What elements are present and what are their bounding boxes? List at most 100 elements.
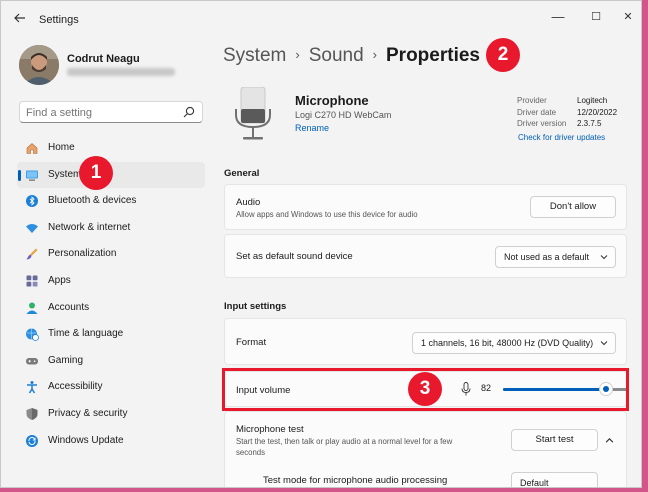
sidebar-item-label: Privacy & security [48, 407, 128, 419]
arrow-left-icon [14, 13, 25, 23]
sidebar-item-home[interactable]: Home [17, 135, 205, 162]
sidebar-item-label: Personalization [48, 248, 117, 260]
sidebar-item-bluetooth[interactable]: Bluetooth & devices [17, 188, 205, 215]
input-settings-heading: Input settings [224, 301, 287, 312]
sidebar-item-label: System [48, 168, 82, 180]
provider-label: Provider [517, 96, 547, 105]
search-input[interactable] [26, 105, 176, 120]
microphone-test-title: Microphone test [236, 424, 304, 435]
app-title: Settings [39, 14, 79, 26]
breadcrumb: System › Sound › Properties [223, 45, 480, 67]
sidebar-item-label: Gaming [48, 354, 84, 366]
start-test-button[interactable]: Start test [511, 429, 598, 451]
driver-version-label: Driver version [517, 119, 567, 128]
chevron-up-icon[interactable] [605, 436, 614, 445]
microphone-test-subtitle: Start the test, then talk or play audio … [236, 437, 453, 457]
sidebar-item-accounts[interactable]: Accounts [17, 295, 205, 322]
dont-allow-button[interactable]: Don't allow [530, 196, 616, 218]
gamepad-icon [26, 357, 38, 365]
device-model: Logi C270 HD WebCam [295, 110, 392, 120]
sidebar-item-accessibility[interactable]: Accessibility [17, 374, 205, 401]
rename-link[interactable]: Rename [295, 123, 329, 133]
driver-version-value: 2.3.7.5 [577, 119, 602, 128]
format-card: Format 1 channels, 16 bit, 48000 Hz (DVD… [224, 318, 627, 365]
sidebar-item-privacy[interactable]: Privacy & security [17, 401, 205, 428]
sidebar-item-gaming[interactable]: Gaming [17, 348, 205, 375]
general-heading: General [224, 168, 260, 179]
sidebar-item-label: Bluetooth & devices [48, 195, 137, 207]
annotation-badge-1: 1 [79, 156, 113, 190]
user-name: Codrut Neagu [67, 53, 140, 65]
driver-labels: Provider Driver date Driver version [517, 95, 566, 130]
user-email-redacted [67, 68, 175, 76]
active-indicator [18, 169, 21, 181]
avatar[interactable] [19, 45, 59, 85]
page-title: Properties [386, 45, 480, 66]
system-icon [26, 170, 38, 181]
sidebar-item-label: Apps [48, 274, 71, 286]
apps-icon [26, 275, 38, 287]
microphone-device-icon [235, 87, 271, 140]
device-name: Microphone [295, 93, 369, 108]
wifi-icon [26, 223, 38, 233]
breadcrumb-sound[interactable]: Sound [309, 45, 364, 66]
sidebar-item-network[interactable]: Network & internet [17, 215, 205, 242]
accounts-icon [26, 302, 38, 314]
title-bar: Settings — ☐ ✕ [1, 1, 641, 35]
chevron-down-icon [600, 341, 608, 346]
default-device-title: Set as default sound device [236, 251, 353, 262]
format-dropdown[interactable]: 1 channels, 16 bit, 48000 Hz (DVD Qualit… [412, 332, 616, 354]
default-device-value: Not used as a default [504, 252, 590, 262]
driver-values: Logitech 12/20/2022 2.3.7.5 [577, 95, 617, 130]
microphone-test-card: Microphone test Start the test, then tal… [224, 411, 627, 488]
sidebar-item-label: Network & internet [48, 221, 131, 233]
maximize-button[interactable]: ☐ [579, 7, 613, 27]
sidebar-item-personalization[interactable]: Personalization [17, 241, 205, 268]
test-mode-value: Default [520, 478, 549, 488]
brush-icon [26, 248, 38, 260]
check-driver-updates-link[interactable]: Check for driver updates [518, 133, 605, 142]
close-button[interactable]: ✕ [611, 7, 641, 27]
chevron-right-icon: › [295, 47, 300, 62]
sidebar-item-label: Time & language [48, 328, 124, 340]
home-icon [26, 143, 38, 154]
bluetooth-icon [26, 195, 38, 208]
format-value: 1 channels, 16 bit, 48000 Hz (DVD Qualit… [421, 338, 594, 348]
annotation-badge-3: 3 [408, 372, 442, 406]
accessibility-icon [27, 381, 37, 394]
main-content: System › Sound › Properties Microphone Logi … [213, 35, 641, 488]
globe-clock-icon [26, 328, 39, 342]
minimize-button[interactable]: — [541, 7, 575, 27]
audio-subtitle: Allow apps and Windows to use this devic… [236, 210, 418, 219]
search-box[interactable] [19, 101, 203, 123]
test-mode-dropdown[interactable]: Default [511, 472, 598, 488]
sidebar-item-apps[interactable]: Apps [17, 268, 205, 295]
sidebar-item-label: Accessibility [48, 381, 103, 393]
sidebar-item-label: Accounts [48, 301, 90, 313]
user-photo-icon [19, 45, 59, 85]
shield-icon [26, 407, 38, 420]
test-mode-title: Test mode for microphone audio processin… [263, 475, 448, 486]
sidebar-item-label: Home [48, 142, 75, 153]
settings-window: Settings — ☐ ✕ Codrut Neagu Home [0, 0, 642, 488]
driver-date-label: Driver date [517, 107, 557, 117]
update-icon [26, 434, 38, 447]
sidebar-item-windows-update[interactable]: Windows Update [17, 428, 205, 455]
sidebar: Codrut Neagu Home System Bluetooth & dev… [1, 35, 213, 487]
chevron-right-icon: › [372, 47, 377, 62]
chevron-down-icon [600, 255, 608, 260]
annotation-badge-2: 2 [486, 38, 520, 72]
default-device-dropdown[interactable]: Not used as a default [495, 246, 616, 268]
driver-date-value: 12/20/2022 [577, 107, 618, 117]
sidebar-item-label: Windows Update [48, 434, 124, 446]
sidebar-item-time-language[interactable]: Time & language [17, 321, 205, 348]
provider-value: Logitech [577, 96, 608, 105]
back-button[interactable] [13, 11, 29, 27]
search-icon[interactable] [183, 106, 195, 118]
breadcrumb-system[interactable]: System [223, 45, 286, 66]
default-device-card: Set as default sound device Not used as … [224, 234, 627, 278]
audio-card: Audio Allow apps and Windows to use this… [224, 184, 627, 230]
nav-list: Home System Bluetooth & devices Network … [17, 135, 205, 454]
format-title: Format [236, 337, 267, 348]
audio-title: Audio [236, 197, 261, 208]
